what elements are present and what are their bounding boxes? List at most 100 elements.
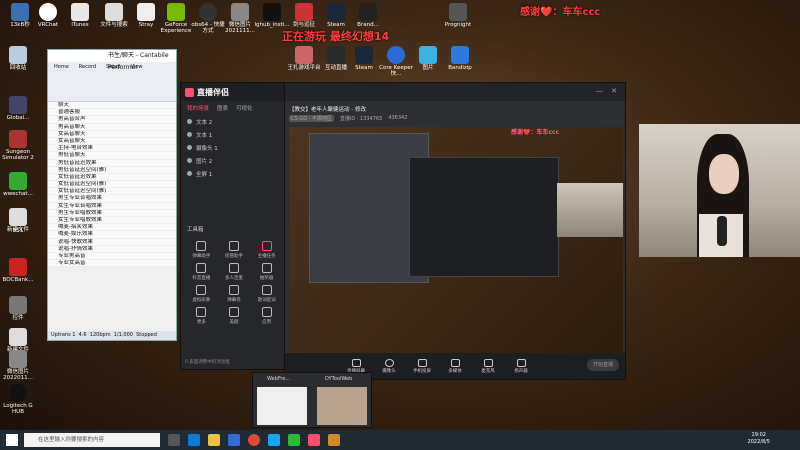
room-window[interactable]: ✕ — 【教交】老年人聚健运动 - 修改 CS:GO · 不限地区 直播ID ·… [284,82,626,380]
list-item[interactable]: 专业女高音 [48,260,176,268]
tool-item[interactable]: 抖音直播 [185,263,218,281]
tool-item[interactable]: 更多 [185,307,218,325]
desktop-icon-10[interactable]: Steam [318,3,354,28]
cantabile-window[interactable]: 书生/聊天 - Cantabile Performer Home Record … [47,49,177,341]
list-item[interactable]: 主持-电台效果 [48,145,176,153]
tool-item[interactable]: 应用 [250,307,283,325]
desktop-icon-left-9[interactable]: Logitech G HUB [0,384,36,415]
minimize-icon[interactable]: — [596,87,603,95]
list-item[interactable]: 聊天 [48,102,176,110]
qq-icon[interactable] [268,434,280,446]
stream-preview[interactable]: 感谢❤️：车车ccc [289,127,623,355]
cantabile-tab-home[interactable]: Home [54,64,69,70]
control-phone[interactable]: 手机投屏 [411,358,433,374]
cantabile-icon[interactable] [328,434,340,446]
eye-icon[interactable] [187,132,192,137]
source-row[interactable]: 图片 2 [181,154,287,167]
tool-item[interactable]: 多人连麦 [218,263,251,281]
live-tab-chart[interactable]: 图表 [217,104,228,112]
desktop-icon-gameplatform[interactable]: 王扎游戏平台 [286,46,322,71]
chrome-icon[interactable] [248,434,260,446]
close-icon[interactable]: ✕ [611,87,617,95]
thumb-preview-1[interactable] [317,387,367,425]
cantabile-tab-setup[interactable]: Setup [106,64,121,70]
list-item[interactable]: 男低音聊天 [48,152,176,160]
eye-icon[interactable] [187,145,192,150]
eye-icon[interactable] [187,158,192,163]
list-item[interactable]: 男低音延迟空间(雅) [48,167,176,174]
tool-item[interactable]: 房管助手 [218,241,251,259]
desktop-icon-recycle[interactable]: 回收站 [0,46,36,71]
category-badge[interactable]: CS:GO · 不限地区 [289,115,334,122]
thumb-preview-0[interactable] [257,387,307,425]
desktop-icon-left-4[interactable]: 551 [0,228,36,234]
tool-item[interactable]: 主播任务 [250,241,283,259]
store-icon[interactable] [228,434,240,446]
list-item[interactable]: 女生专业合唱效果 [48,203,176,210]
desktop-icon-corekeeper[interactable]: Core Keeper 快... [378,46,414,77]
desktop-icon-9[interactable]: 剑与远征 [286,3,322,28]
desktop-icon-left-5[interactable]: BOCBank... [0,258,36,283]
tool-item[interactable]: 弹幕助手 [185,241,218,259]
tool-item[interactable]: 美颜 [218,307,251,325]
list-item[interactable]: 男高音聊天 [48,124,176,131]
start-live-button[interactable]: 开始直播 [587,359,619,371]
list-item[interactable]: 男生专业唱歌效果 [48,210,176,217]
list-item[interactable]: 喊麦-娱乐效果 [48,231,176,239]
source-row[interactable]: 全屏 1 [181,167,287,180]
list-item[interactable]: 说唱-快歌效果 [48,239,176,246]
cantabile-tab-record[interactable]: Record [79,64,96,70]
list-item[interactable]: 女生专业唱歌效果 [48,217,176,225]
edge-icon[interactable] [188,434,200,446]
live-tab-visual[interactable]: 可视化 [236,104,253,112]
tool-item[interactable]: 抽奖器 [250,263,283,281]
desktop-icon-1[interactable]: VRChat [30,3,66,28]
taskbar-search[interactable]: 在这里输入你要搜索的内容 [24,433,160,447]
desktop-icon-7[interactable]: 微信图片 2021111... [222,3,258,34]
desktop-icon-left-0[interactable]: Global... [0,96,36,121]
source-row[interactable]: 文本 1 [181,128,287,141]
thumb-title-0[interactable]: WebFre... [267,376,290,382]
list-item[interactable]: 普通客服 [48,109,176,117]
tool-item[interactable]: 虚拟形象 [185,285,218,303]
list-item[interactable]: 男生专业合唱效果 [48,195,176,203]
list-item[interactable]: 专业男高音 [48,253,176,261]
desktop-icon-5[interactable]: GeForce Experience [158,3,194,34]
explorer-icon[interactable] [208,434,220,446]
cantabile-tab-view[interactable]: View [131,64,143,70]
desktop-icon-bandizip[interactable]: Bandizip [442,46,478,71]
task-view-icon[interactable] [168,434,180,446]
tool-item[interactable]: 弹幕卷 [218,285,251,303]
tool-item[interactable]: 歌词提词 [250,285,283,303]
desktop-icon-picture[interactable]: 图片 [410,46,446,71]
taskbar-clock[interactable]: 19:02 2022/8/5 [748,432,770,446]
desktop-icon-12[interactable]: Prognight [440,3,476,28]
desktop-icon-8[interactable]: lghub_insti... [254,3,290,28]
desktop-icon-left-6[interactable]: 控件 [0,296,36,321]
list-item[interactable]: 男低音延迟效果 [48,160,176,167]
eye-icon[interactable] [187,119,192,124]
windows-icon[interactable] [6,434,18,446]
control-mic[interactable]: 麦克风 [477,358,499,374]
desktop-icon-left-1[interactable]: Sungeon Simulator 2 [0,130,36,161]
wechat-icon[interactable] [288,434,300,446]
list-item[interactable]: 女高音聊天 [48,138,176,146]
desktop-icon-left-8[interactable]: 微信图片 2022011... [0,350,36,381]
list-item[interactable]: 男高音合声 [48,116,176,124]
desktop-icon-3[interactable]: 文件与搜索 [96,3,132,28]
list-item[interactable]: 女低音延迟空间(雅) [48,181,176,189]
list-item[interactable]: 说唱-抒情效果 [48,246,176,253]
live-app-icon[interactable] [308,434,320,446]
live-tab-scene[interactable]: 我的场景 [187,104,209,112]
control-camera[interactable]: 摄像头 [378,358,400,374]
control-speaker[interactable]: 扬声器 [510,358,532,374]
control-media[interactable]: 多媒体 [444,358,466,374]
desktop-icon-6[interactable]: obs64 - 快捷方式 [190,3,226,34]
list-item[interactable]: 女低音延迟效果 [48,174,176,182]
desktop-icon-2[interactable]: iTunes [62,3,98,28]
thumb-title-1[interactable]: DYToolWeb [325,376,352,382]
desktop-icon-left-2[interactable]: wwechat... [0,172,36,197]
desktop-icon-steam2[interactable]: Steam [346,46,382,71]
source-row[interactable]: 摄像头 1 [181,141,287,154]
room-title[interactable]: 【教交】老年人聚健运动 - 修改 [289,105,366,113]
